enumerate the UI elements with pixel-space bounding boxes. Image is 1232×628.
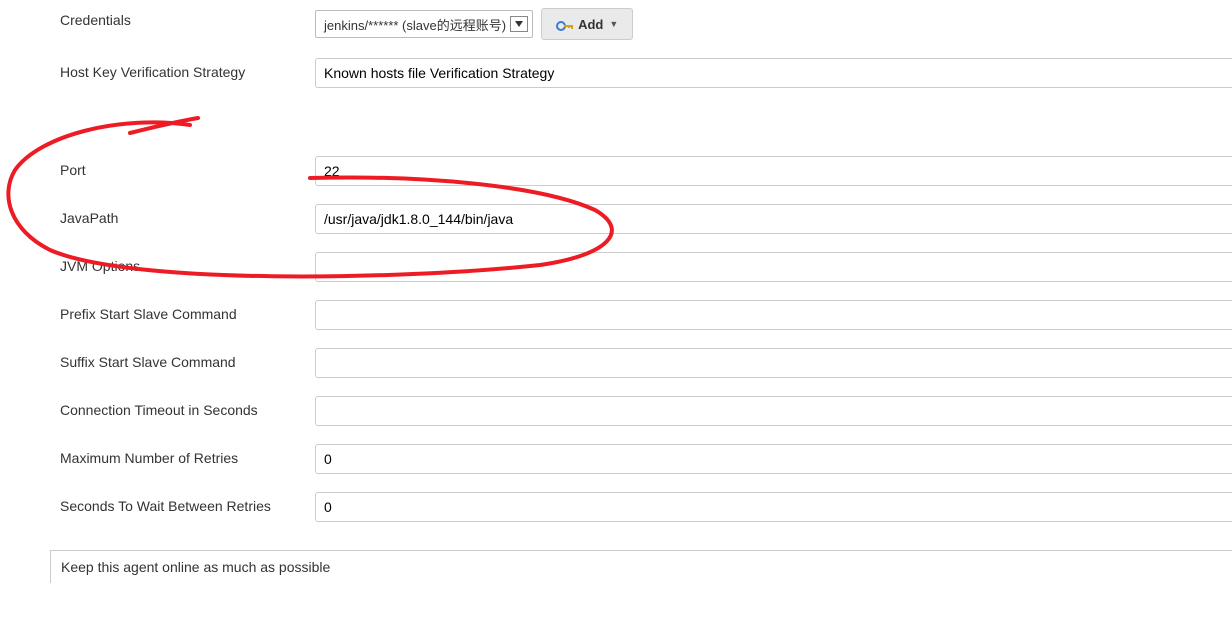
add-button-label: Add — [578, 17, 603, 32]
hostkey-select[interactable] — [315, 58, 1232, 88]
credentials-value: jenkins/****** (slave的远程账号) — [324, 15, 506, 34]
maxretries-input[interactable] — [315, 444, 1232, 474]
suffix-label: Suffix Start Slave Command — [0, 348, 315, 370]
port-label: Port — [0, 156, 315, 178]
conntimeout-input[interactable] — [315, 396, 1232, 426]
prefix-label: Prefix Start Slave Command — [0, 300, 315, 322]
conntimeout-label: Connection Timeout in Seconds — [0, 396, 315, 418]
waitretries-label: Seconds To Wait Between Retries — [0, 492, 315, 514]
maxretries-label: Maximum Number of Retries — [0, 444, 315, 466]
port-input[interactable] — [315, 156, 1232, 186]
javapath-input[interactable] — [315, 204, 1232, 234]
credentials-label: Credentials — [0, 8, 315, 28]
jvmoptions-input[interactable] — [315, 252, 1232, 282]
javapath-label: JavaPath — [0, 204, 315, 226]
hostkey-label: Host Key Verification Strategy — [0, 58, 315, 80]
suffix-input[interactable] — [315, 348, 1232, 378]
jvmoptions-label: JVM Options — [0, 252, 315, 274]
waitretries-input[interactable] — [315, 492, 1232, 522]
prefix-input[interactable] — [315, 300, 1232, 330]
key-icon — [556, 19, 572, 29]
chevron-down-icon — [510, 16, 528, 32]
availability-select[interactable]: Keep this agent online as much as possib… — [50, 550, 1232, 583]
caret-down-icon: ▼ — [609, 19, 618, 29]
add-button[interactable]: Add ▼ — [541, 8, 633, 40]
credentials-select[interactable]: jenkins/****** (slave的远程账号) — [315, 10, 533, 38]
